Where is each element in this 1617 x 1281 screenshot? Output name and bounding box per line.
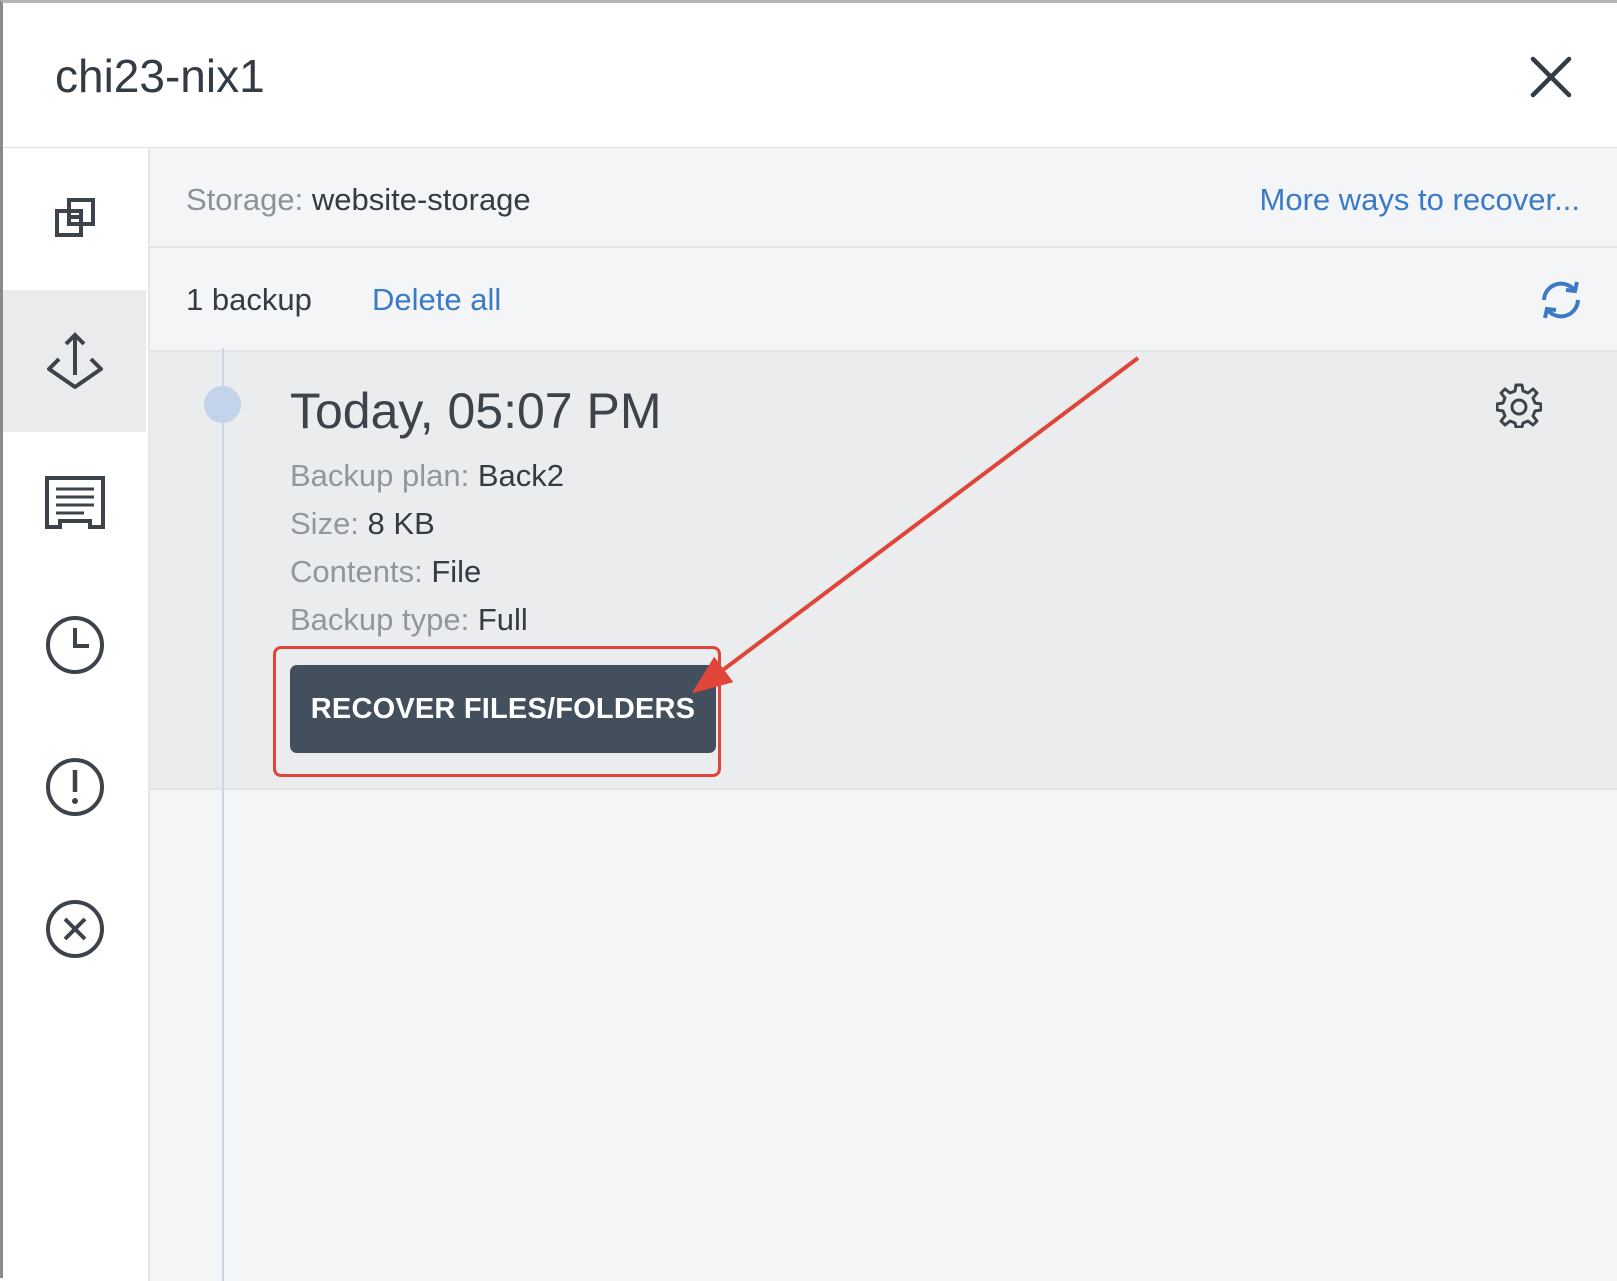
- storage-info: Storage: website-storage: [186, 182, 531, 218]
- detail-value: Back2: [477, 458, 565, 493]
- backup-details-panel: chi23-nix1 Storage: website-storage More…: [0, 0, 1617, 1281]
- refresh-icon[interactable]: [1536, 278, 1586, 322]
- more-ways-to-recover-link[interactable]: More ways to recover...: [1260, 182, 1580, 218]
- detail-backup-plan: Backup plan: Back2: [290, 458, 564, 494]
- backup-list-item[interactable]: Today, 05:07 PM Backup plan: Back2 Size:…: [150, 352, 1617, 790]
- close-icon[interactable]: [1527, 53, 1575, 101]
- detail-label: Size:: [290, 506, 359, 541]
- detail-label: Contents:: [290, 554, 423, 589]
- cancel-icon: [45, 900, 104, 958]
- detail-backup-type: Backup type: Full: [290, 602, 528, 638]
- sidebar-item-history[interactable]: [3, 574, 146, 716]
- detail-size: Size: 8 KB: [290, 506, 435, 542]
- storage-label: Storage:: [186, 182, 304, 217]
- backup-count: 1 backup: [186, 282, 312, 317]
- detail-value: 8 KB: [367, 506, 435, 541]
- sidebar-item-backups[interactable]: [3, 290, 146, 432]
- sidebar: [3, 148, 150, 1281]
- anchor-icon: [46, 332, 103, 389]
- detail-value: File: [431, 554, 482, 589]
- storage-value: website-storage: [311, 182, 531, 217]
- sidebar-item-delete[interactable]: [3, 858, 146, 1000]
- sidebar-item-alerts[interactable]: [3, 716, 146, 858]
- detail-label: Backup plan:: [290, 458, 470, 493]
- gear-icon[interactable]: [1496, 382, 1542, 428]
- detail-contents: Contents: File: [290, 554, 481, 590]
- page-title: chi23-nix1: [55, 50, 265, 102]
- recover-files-folders-button[interactable]: RECOVER FILES/FOLDERS: [290, 665, 716, 753]
- sidebar-item-overview[interactable]: [3, 148, 146, 290]
- timeline-dot: [204, 386, 241, 423]
- backup-toolbar: 1 backup Delete all: [150, 248, 1617, 352]
- timeline-line: [222, 348, 224, 1281]
- clock-icon: [45, 616, 104, 674]
- copy-icon: [54, 198, 95, 237]
- detail-value: Full: [477, 602, 528, 637]
- storage-bar: Storage: website-storage More ways to re…: [150, 148, 1617, 248]
- backup-time: Today, 05:07 PM: [290, 383, 662, 439]
- main-content: Storage: website-storage More ways to re…: [150, 148, 1617, 1281]
- alert-icon: [45, 758, 104, 816]
- delete-all-link[interactable]: Delete all: [372, 282, 501, 318]
- panel-header: chi23-nix1: [3, 3, 1617, 148]
- detail-label: Backup type:: [290, 602, 470, 637]
- sidebar-item-activities[interactable]: [3, 432, 146, 574]
- report-icon: [44, 476, 105, 529]
